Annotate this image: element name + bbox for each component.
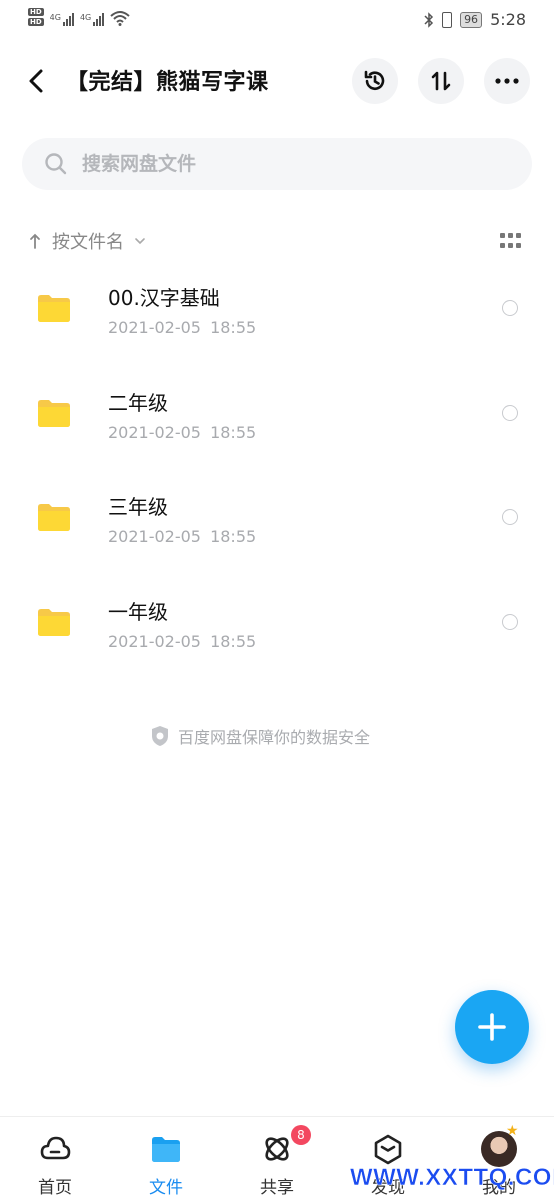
tab-share[interactable]: 8 共享 [222,1117,332,1201]
sort-selector[interactable]: 按文件名 [28,226,146,256]
history-button[interactable] [352,58,398,104]
watermark: WWW.XXTTQ.COM [350,1164,554,1192]
cloud-home-icon [40,1136,71,1160]
history-icon [364,70,385,90]
folder-icon [38,399,70,427]
share-badge: 8 [291,1125,311,1145]
shield-icon [152,726,168,746]
add-button[interactable] [455,990,529,1064]
file-name: 三年级 [108,495,168,519]
list-item[interactable]: 二年级 2021-02-05 18:55 [0,365,554,470]
chevron-down-icon [135,238,145,245]
file-date: 2021-02-05 18:55 [108,631,257,651]
signal-2-icon: 4G [80,13,105,26]
select-radio[interactable] [502,509,518,525]
select-radio[interactable] [502,300,518,316]
crown-icon: ★ [506,1123,519,1139]
file-name: 00.汉字基础 [108,286,220,310]
clock: 5:28 [490,10,526,29]
search-icon [45,153,67,175]
bluetooth-icon [424,11,434,28]
sort-label: 按文件名 [52,232,124,253]
status-left: HD HD 4G 4G [28,8,130,26]
vibrate-icon [442,11,453,28]
page-title: 【完结】熊猫写字课 [66,70,269,95]
battery-indicator: 96 [460,11,483,28]
back-button[interactable] [24,64,50,98]
tab-label: 共享 [260,1178,294,1198]
discover-box-icon [374,1134,402,1165]
file-name: 一年级 [108,599,168,624]
file-date: 2021-02-05 18:55 [108,318,257,337]
arrow-up-icon [30,233,40,249]
file-name: 二年级 [108,390,168,415]
folder-icon [38,504,70,531]
grid-view-icon[interactable] [500,233,522,249]
hd-badge-2: HD [28,18,44,26]
file-list: 00.汉字基础 2021-02-05 18:55 二年级 2021-02-05 … [0,260,554,678]
header: 【完结】熊猫写字课 [0,50,554,112]
search-input[interactable] [82,138,502,190]
folder-icon [152,1137,180,1162]
tab-label: 文件 [149,1178,183,1198]
share-atom-icon [265,1137,289,1161]
select-radio[interactable] [502,404,518,421]
security-note: 百度网盘保障你的数据安全 [150,724,370,748]
more-icon [495,78,519,84]
signal-1-icon: 4G [50,13,74,26]
tab-label: 首页 [38,1178,72,1198]
sort-transfer-icon [431,71,451,91]
select-radio[interactable] [502,613,518,630]
hd-badge-1: HD [28,8,44,16]
status-right: 96 5:28 [424,10,526,29]
wifi-icon [110,11,130,26]
folder-icon [38,295,70,322]
file-date: 2021-02-05 18:55 [108,527,257,546]
tab-home[interactable]: 首页 [0,1117,110,1201]
list-item[interactable]: 一年级 2021-02-05 18:55 [0,574,554,679]
more-button[interactable] [484,58,530,104]
transfer-button[interactable] [418,58,464,104]
security-note-text: 百度网盘保障你的数据安全 [178,728,371,747]
tab-files[interactable]: 文件 [111,1117,221,1201]
file-date: 2021-02-05 18:55 [108,422,257,442]
list-item[interactable]: 00.汉字基础 2021-02-05 18:55 [0,260,554,365]
folder-icon [38,608,70,636]
list-item[interactable]: 三年级 2021-02-05 18:55 [0,469,554,574]
search-bar[interactable] [22,138,532,190]
back-icon [29,69,43,93]
status-bar: HD HD 4G 4G 96 5:28 [0,0,554,38]
plus-icon [478,1013,506,1041]
